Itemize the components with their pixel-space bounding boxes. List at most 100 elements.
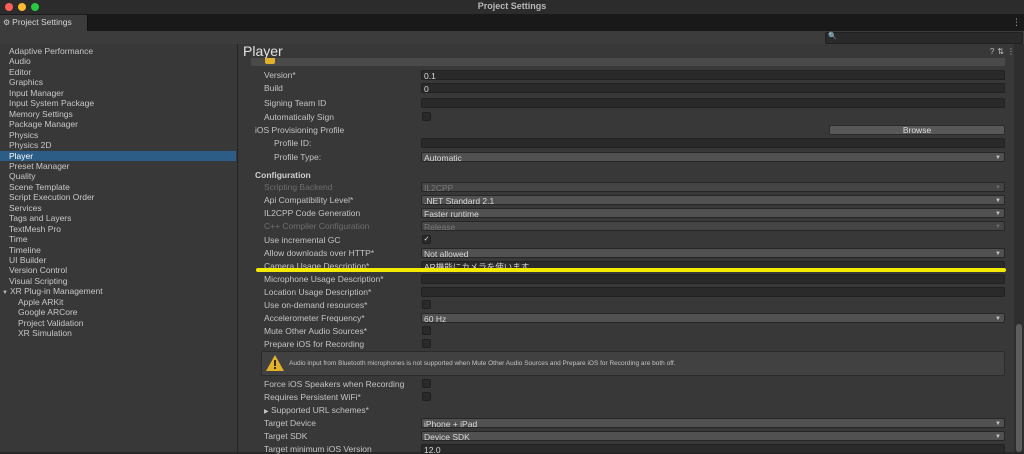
checkmark-icon: ✓	[423, 236, 430, 243]
on-demand-checkbox[interactable]	[422, 300, 431, 309]
configuration-heading: Configuration	[255, 170, 311, 180]
sidebar-item-project-validation[interactable]: Project Validation	[18, 318, 84, 328]
collapsed-section-edge	[251, 58, 1005, 66]
sidebar-item-label: Scene Template	[9, 181, 70, 192]
browse-button[interactable]: Browse	[829, 125, 1005, 135]
target-device-label: Target Device	[264, 418, 316, 428]
accelerometer-dropdown[interactable]: 60 Hz ▼	[421, 313, 1005, 324]
build-label: Build	[264, 83, 283, 93]
sidebar-item-label: XR Plug-in Management	[9, 286, 103, 297]
sidebar-item-quality[interactable]: Quality	[9, 171, 35, 181]
sidebar-item-tags-and-layers[interactable]: Tags and Layers	[9, 213, 71, 223]
build-field[interactable]: 0	[421, 83, 1005, 93]
sidebar-item-apple-arkit[interactable]: Apple ARKit	[18, 297, 63, 307]
sidebar-item-label: Audio	[9, 56, 31, 67]
more-icon[interactable]: ⋮	[1012, 17, 1021, 28]
chevron-down-icon[interactable]: ▼	[2, 290, 8, 296]
location-usage-field[interactable]	[421, 287, 1005, 297]
sidebar-item-label: Time	[9, 234, 28, 245]
signing-team-field[interactable]	[421, 98, 1005, 108]
sidebar-item-physics-2d[interactable]: Physics 2D	[9, 140, 52, 150]
target-sdk-dropdown[interactable]: Device SDK ▼	[421, 431, 1005, 442]
prepare-ios-checkbox[interactable]	[422, 339, 431, 348]
mute-audio-checkbox[interactable]	[422, 326, 431, 335]
accelerometer-label: Accelerometer Frequency*	[264, 313, 365, 323]
sidebar-item-services[interactable]: Services	[9, 203, 42, 213]
api-compat-dropdown[interactable]: .NET Standard 2.1 ▼	[421, 195, 1005, 206]
tab-bar: ⚙ Project Settings ⋮	[0, 15, 1024, 31]
profile-type-label: Profile Type:	[274, 152, 322, 162]
presets-icon[interactable]: ⇅	[997, 47, 1007, 56]
chevron-down-icon: ▼	[995, 211, 1001, 217]
sidebar-item-ui-builder[interactable]: UI Builder	[9, 255, 46, 265]
sidebar-item-label: Version Control	[9, 265, 68, 276]
sidebar-item-audio[interactable]: Audio	[9, 56, 31, 66]
target-sdk-value: Device SDK	[424, 432, 470, 442]
sidebar-item-editor[interactable]: Editor	[9, 67, 31, 77]
scrollbar-thumb[interactable]	[1016, 324, 1022, 452]
sidebar-item-input-manager[interactable]: Input Manager	[9, 88, 64, 98]
sidebar-item-label: Quality	[9, 171, 36, 182]
sidebar-item-label: XR Simulation	[18, 328, 72, 339]
force-speakers-checkbox[interactable]	[422, 379, 431, 388]
url-schemes-foldout[interactable]: ▶ Supported URL schemes*	[264, 405, 369, 415]
mute-audio-label: Mute Other Audio Sources*	[264, 326, 368, 336]
sidebar-item-google-arcore[interactable]: Google ARCore	[18, 307, 78, 317]
target-device-dropdown[interactable]: iPhone + iPad ▼	[421, 418, 1005, 429]
url-schemes-label: Supported URL schemes*	[271, 405, 369, 415]
profile-id-label: Profile ID:	[274, 138, 312, 148]
vertical-scrollbar[interactable]	[1014, 44, 1024, 452]
sidebar-item-textmesh-pro[interactable]: TextMesh Pro	[9, 224, 61, 234]
sidebar-item-adaptive-performance[interactable]: Adaptive Performance	[9, 46, 93, 56]
sidebar-item-timeline[interactable]: Timeline	[9, 245, 41, 255]
chevron-down-icon: ▼	[995, 224, 1001, 230]
sidebar-item-label: Physics 2D	[9, 140, 52, 151]
sidebar-item-label: TextMesh Pro	[9, 223, 61, 234]
sidebar-item-label: Adaptive Performance	[9, 46, 94, 56]
auto-sign-checkbox[interactable]	[422, 112, 431, 121]
chevron-down-icon: ▼	[995, 421, 1001, 427]
title-bar: Project Settings	[0, 0, 1024, 15]
api-compat-label: Api Compatibility Level*	[264, 195, 354, 205]
sidebar-item-package-manager[interactable]: Package Manager	[9, 119, 78, 129]
sidebar-item-memory-settings[interactable]: Memory Settings	[9, 109, 73, 119]
sidebar-item-label: Preset Manager	[9, 160, 70, 171]
version-field[interactable]: 0.1	[421, 70, 1005, 80]
sidebar-item-label: Project Validation	[18, 317, 84, 328]
toolbar: 🔍	[0, 31, 1024, 45]
sidebar-item-xr-plug-in-management[interactable]: ▼ XR Plug-in Management	[2, 286, 103, 296]
window-title: Project Settings	[477, 1, 547, 11]
sidebar-item-script-execution-order[interactable]: Script Execution Order	[9, 192, 95, 202]
sidebar-item-graphics[interactable]: Graphics	[9, 77, 43, 87]
persistent-wifi-checkbox[interactable]	[422, 392, 431, 401]
chevron-down-icon: ▼	[995, 155, 1001, 161]
sidebar-item-label: Visual Scripting	[9, 275, 68, 286]
sidebar-item-label: Google ARCore	[18, 307, 78, 318]
il2cpp-gen-dropdown[interactable]: Faster runtime ▼	[421, 208, 1005, 219]
chevron-down-icon: ▼	[995, 251, 1001, 257]
sidebar-item-xr-simulation[interactable]: XR Simulation	[18, 328, 72, 338]
tab-project-settings[interactable]: ⚙ Project Settings	[0, 15, 88, 31]
sidebar-item-version-control[interactable]: Version Control	[9, 265, 67, 275]
profile-type-dropdown[interactable]: Automatic ▼	[421, 152, 1005, 163]
sidebar-item-scene-template[interactable]: Scene Template	[9, 182, 70, 192]
downloads-http-label: Allow downloads over HTTP*	[264, 248, 375, 258]
search-input[interactable]: 🔍	[825, 32, 1023, 44]
mic-usage-field[interactable]	[421, 274, 1005, 284]
sidebar-item-label: Input System Package	[9, 98, 95, 109]
sidebar-item-player[interactable]: Player	[0, 150, 236, 161]
sidebar-item-label: Graphics	[9, 77, 44, 88]
cpp-compiler-label: C++ Compiler Configuration	[264, 221, 370, 231]
location-usage-label: Location Usage Description*	[264, 287, 372, 297]
sidebar-item-time[interactable]: Time	[9, 234, 28, 244]
provisioning-profile-label: iOS Provisioning Profile	[255, 125, 345, 135]
target-min-ios-field[interactable]: 12.0	[421, 444, 1005, 454]
profile-id-field[interactable]	[421, 138, 1005, 148]
sidebar-item-physics[interactable]: Physics	[9, 130, 38, 140]
incremental-gc-checkbox[interactable]: ✓	[422, 235, 431, 244]
target-sdk-label: Target SDK	[264, 431, 308, 441]
sidebar-item-visual-scripting[interactable]: Visual Scripting	[9, 276, 67, 286]
downloads-http-dropdown[interactable]: Not allowed ▼	[421, 248, 1005, 259]
sidebar-item-preset-manager[interactable]: Preset Manager	[9, 161, 69, 171]
sidebar-item-input-system-package[interactable]: Input System Package	[9, 98, 94, 108]
